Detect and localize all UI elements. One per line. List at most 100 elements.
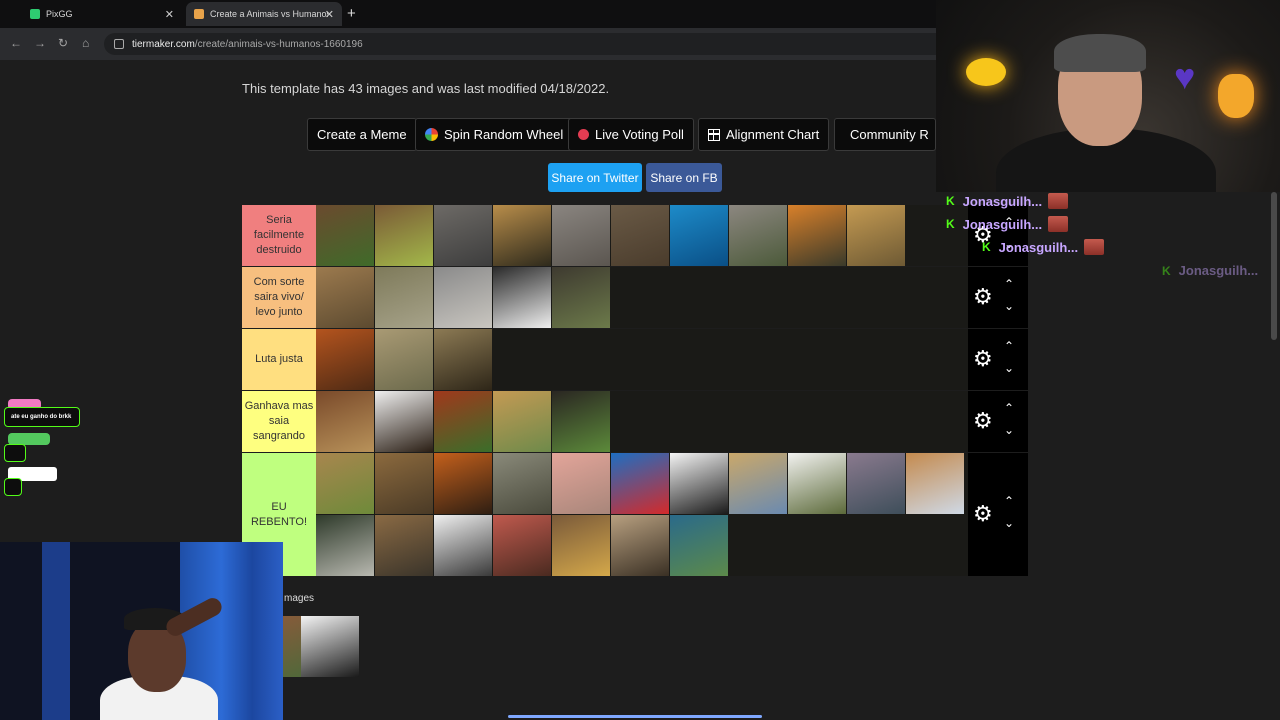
chat-username: Jonasguilh... bbox=[1178, 263, 1259, 278]
animal-image[interactable] bbox=[375, 205, 433, 266]
lamp-light bbox=[966, 58, 1006, 86]
forward-arrow-icon[interactable]: → bbox=[34, 36, 46, 50]
tab-tiermaker[interactable]: Create a Animais vs Humanos Tier List ✕ bbox=[186, 2, 342, 26]
kick-badge-icon: K bbox=[946, 194, 955, 208]
animal-image[interactable] bbox=[434, 515, 492, 576]
share-fb-button[interactable]: Share on FB bbox=[646, 163, 722, 192]
animal-image[interactable] bbox=[552, 453, 610, 514]
animal-image[interactable] bbox=[316, 453, 374, 514]
untiered-images-label: mages bbox=[284, 593, 315, 604]
animal-image[interactable] bbox=[375, 453, 433, 514]
tier-label[interactable]: Luta justa bbox=[242, 329, 316, 390]
animal-image[interactable] bbox=[493, 515, 551, 576]
vertical-scrollbar[interactable] bbox=[1271, 192, 1277, 340]
url-field[interactable]: tiermaker.com /create/animais-vs-humanos… bbox=[104, 33, 954, 55]
animal-image[interactable] bbox=[316, 329, 374, 390]
chevron-down-icon[interactable]: ⌄ bbox=[1004, 300, 1014, 312]
animal-image[interactable] bbox=[493, 267, 551, 328]
button-label: Live Voting Poll bbox=[595, 127, 684, 142]
share-twitter-button[interactable]: Share on Twitter bbox=[548, 163, 642, 192]
animal-image[interactable] bbox=[906, 453, 964, 514]
animal-image[interactable] bbox=[375, 391, 433, 452]
emote-icon bbox=[1048, 216, 1069, 232]
animal-image[interactable] bbox=[847, 205, 905, 266]
gear-icon[interactable]: ⚙ bbox=[973, 409, 993, 432]
new-tab-icon[interactable]: + bbox=[347, 5, 356, 22]
animal-image[interactable] bbox=[552, 391, 610, 452]
tier-label[interactable]: Ganhava mas saia sangrando bbox=[242, 391, 316, 452]
animal-image[interactable] bbox=[552, 205, 610, 266]
animal-image[interactable] bbox=[375, 329, 433, 390]
site-info-icon[interactable] bbox=[114, 39, 124, 49]
url-host: tiermaker.com bbox=[132, 38, 195, 50]
animal-image[interactable] bbox=[316, 267, 374, 328]
back-arrow-icon[interactable]: ← bbox=[10, 36, 22, 50]
wheel-icon bbox=[425, 128, 438, 141]
url-path: /create/animais-vs-humanos-1660196 bbox=[194, 38, 363, 50]
animal-image[interactable] bbox=[611, 205, 669, 266]
animal-image[interactable] bbox=[552, 515, 610, 576]
close-tab-icon[interactable]: ✕ bbox=[325, 8, 334, 21]
animal-image[interactable] bbox=[316, 205, 374, 266]
gear-icon[interactable]: ⚙ bbox=[973, 502, 993, 525]
animal-image[interactable] bbox=[729, 205, 787, 266]
emote-icon bbox=[1048, 193, 1069, 209]
spin-random-wheel-button[interactable]: Spin Random Wheel bbox=[415, 118, 574, 151]
alignment-chart-button[interactable]: Alignment Chart bbox=[698, 118, 830, 151]
live-voting-poll-button[interactable]: Live Voting Poll bbox=[568, 118, 694, 151]
chat-message: K Jonasguilh... bbox=[1162, 263, 1258, 278]
chevron-up-icon[interactable]: ⌃ bbox=[1004, 495, 1014, 507]
button-label: Create a Meme bbox=[317, 127, 407, 142]
animal-image[interactable] bbox=[552, 267, 610, 328]
kick-badge-icon: K bbox=[946, 217, 955, 231]
tier-label[interactable]: Seria facilmente destruido bbox=[242, 205, 316, 266]
animal-image[interactable] bbox=[434, 267, 492, 328]
horizontal-scrollbar[interactable] bbox=[508, 715, 762, 718]
overlay-chat-message: ate eu ganho do brkk bbox=[4, 407, 80, 427]
animal-image[interactable] bbox=[670, 453, 728, 514]
streamer-cap bbox=[1054, 34, 1146, 72]
create-meme-button[interactable]: Create a Meme bbox=[307, 118, 417, 151]
animal-image[interactable] bbox=[670, 515, 728, 576]
animal-image[interactable] bbox=[611, 453, 669, 514]
animal-image[interactable] bbox=[316, 391, 374, 452]
chevron-down-icon[interactable]: ⌄ bbox=[1004, 362, 1014, 374]
chevron-up-icon[interactable]: ⌃ bbox=[1004, 402, 1014, 414]
close-tab-icon[interactable]: ✕ bbox=[165, 8, 174, 21]
community-rankings-button[interactable]: Community R bbox=[834, 118, 936, 151]
tier-controls: ⚙ ⌃ ⌄ bbox=[968, 453, 1028, 576]
animal-image[interactable] bbox=[788, 453, 846, 514]
tier-label[interactable]: Com sorte saira vivo/ levo junto bbox=[242, 267, 316, 328]
animal-image[interactable] bbox=[729, 453, 787, 514]
gear-icon[interactable]: ⚙ bbox=[973, 347, 993, 370]
reload-icon[interactable]: ↻ bbox=[58, 36, 68, 50]
animal-image[interactable] bbox=[611, 515, 669, 576]
animal-image[interactable] bbox=[434, 453, 492, 514]
chevron-up-icon[interactable]: ⌃ bbox=[1004, 340, 1014, 352]
grid-icon bbox=[708, 128, 720, 141]
chat-username: Jonasguilh... bbox=[962, 193, 1043, 209]
chevron-down-icon[interactable]: ⌄ bbox=[1004, 517, 1014, 529]
animal-image[interactable] bbox=[493, 205, 551, 266]
animal-image[interactable] bbox=[493, 453, 551, 514]
chevron-up-icon[interactable]: ⌃ bbox=[1004, 278, 1014, 290]
animal-image[interactable] bbox=[316, 515, 374, 576]
animal-image[interactable] bbox=[301, 616, 359, 677]
animal-image[interactable] bbox=[788, 205, 846, 266]
animal-image[interactable] bbox=[375, 515, 433, 576]
animal-image[interactable] bbox=[434, 329, 492, 390]
template-info-text: This template has 43 images and was last… bbox=[242, 81, 610, 96]
tier-controls: ⚙ ⌃ ⌄ bbox=[968, 205, 1028, 266]
animal-image[interactable] bbox=[493, 391, 551, 452]
tier-row: Luta justa ⚙ ⌃ ⌄ bbox=[242, 329, 1028, 390]
chevron-down-icon[interactable]: ⌄ bbox=[1004, 424, 1014, 436]
animal-image[interactable] bbox=[434, 391, 492, 452]
animal-image[interactable] bbox=[434, 205, 492, 266]
home-icon[interactable]: ⌂ bbox=[82, 36, 89, 50]
animal-image[interactable] bbox=[847, 453, 905, 514]
gear-icon[interactable]: ⚙ bbox=[973, 285, 993, 308]
animal-image[interactable] bbox=[670, 205, 728, 266]
animal-image[interactable] bbox=[375, 267, 433, 328]
tier-items bbox=[316, 329, 968, 390]
tab-pixgg[interactable]: PixGG ✕ bbox=[22, 2, 182, 26]
